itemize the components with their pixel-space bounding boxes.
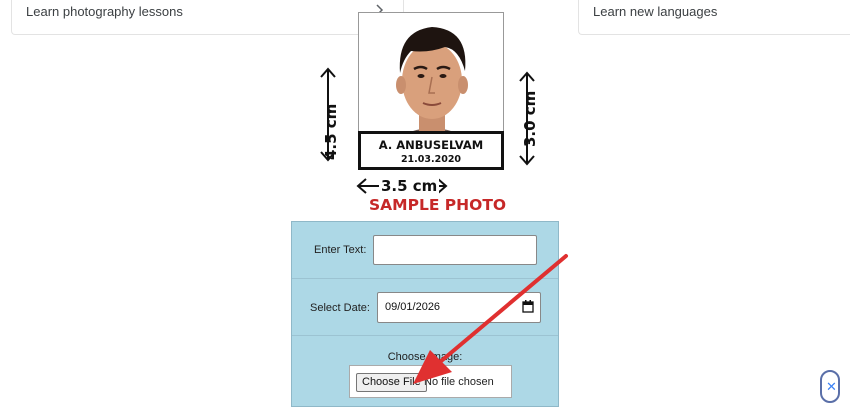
languages-card[interactable]: Learn new languages [578,0,850,35]
calendar-icon[interactable] [522,300,534,318]
date-value: 09/01/2026 [385,301,441,313]
date-input[interactable]: 09/01/2026 [377,292,541,323]
close-button[interactable]: ✕ [820,370,840,403]
languages-label: Learn new languages [593,4,718,19]
height-label-left: 4.5 cm [322,103,340,160]
name-date-plate: A. ANBUSELVAM 21.03.2020 [358,131,504,170]
photography-lessons-label: Learn photography lessons [26,4,183,19]
sample-date: 21.03.2020 [400,154,462,165]
select-date-label: Select Date: [310,302,370,314]
image-row: Choose Image: Choose File No file chosen [292,336,558,408]
upload-form: Enter Text: Select Date: 09/01/2026 Choo… [291,221,559,407]
date-row: Select Date: 09/01/2026 [292,279,558,336]
text-row: Enter Text: [292,222,558,279]
enter-text-label: Enter Text: [314,244,367,256]
text-input[interactable] [373,235,537,265]
height-label-right: 3.0 cm [521,90,539,147]
file-status: No file chosen [424,376,494,388]
choose-file-button[interactable]: Choose File [356,373,427,392]
photography-lessons-card[interactable]: Learn photography lessons [11,0,404,35]
file-input[interactable]: Choose File No file chosen [349,365,512,398]
choose-image-label: Choose Image: [387,351,463,363]
width-label: 3.5 cm [379,177,440,195]
sample-name: A. ANBUSELVAM [378,138,484,152]
sample-photo-caption: SAMPLE PHOTO [369,196,507,214]
close-icon: ✕ [826,379,837,394]
